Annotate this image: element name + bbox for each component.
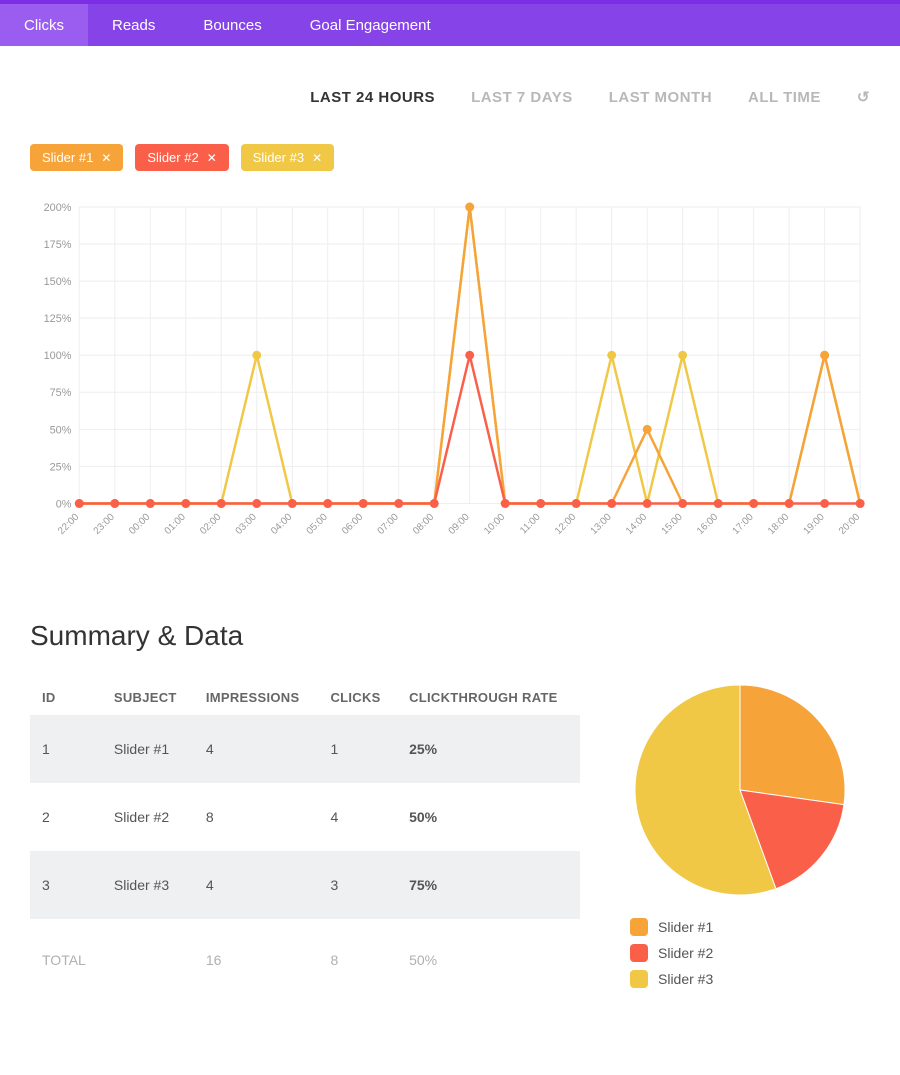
pie-chart-wrap: Slider #1 Slider #2 Slider #3 [610,680,870,996]
legend-swatch [630,970,648,988]
range-last-7-days[interactable]: LAST 7 DAYS [471,89,573,106]
table-row: 1Slider #14125% [30,715,580,783]
filter-chips: Slider #1 ✕ Slider #2 ✕ Slider #3 ✕ [0,124,900,195]
svg-text:20:00: 20:00 [837,511,863,537]
svg-text:01:00: 01:00 [163,511,189,537]
time-range-selector: LAST 24 HOURS LAST 7 DAYS LAST MONTH ALL TI… [0,46,900,124]
chip-slider-2[interactable]: Slider #2 ✕ [135,144,228,171]
cell-id: 2 [30,783,102,851]
svg-text:150%: 150% [44,276,72,288]
svg-text:125%: 125% [44,313,72,325]
svg-text:13:00: 13:00 [589,511,615,537]
table-row: 2Slider #28450% [30,783,580,851]
tab-goal-engagement[interactable]: Goal Engagement [286,4,455,46]
svg-text:18:00: 18:00 [766,511,792,537]
cell-subject: Slider #1 [102,715,194,783]
close-icon[interactable]: ✕ [312,151,322,165]
pie-chart [630,680,850,900]
chip-label: Slider #1 [42,150,93,165]
table-row: 3Slider #34375% [30,851,580,919]
pie-legend: Slider #1 Slider #2 Slider #3 [610,918,713,996]
svg-text:19:00: 19:00 [801,511,827,537]
legend-item: Slider #2 [630,944,713,962]
cell-id: 3 [30,851,102,919]
svg-text:50%: 50% [50,424,72,436]
cell-rate: 50% [397,783,580,851]
cell-id: 1 [30,715,102,783]
cell-impressions: 4 [194,851,319,919]
tab-clicks[interactable]: Clicks [0,4,88,46]
cell-clicks: 4 [318,783,397,851]
line-chart: 0% 25% 50% 75% 100% 125% 150% 175% 200% 22:00 23:0… [0,195,900,580]
summary-table: IDSUBJECTIMPRESSIONSCLICKSCLICKTHROUGH R… [30,680,580,996]
svg-text:16:00: 16:00 [695,511,721,537]
svg-text:05:00: 05:00 [305,511,331,537]
range-last-24-hours[interactable]: LAST 24 HOURS [310,89,435,106]
svg-text:08:00: 08:00 [411,511,437,537]
cell-clicks: 3 [318,851,397,919]
tab-bounces[interactable]: Bounces [179,4,285,46]
total-cell [102,919,194,996]
col-clicks: CLICKS [318,680,397,715]
legend-label: Slider #2 [658,945,713,961]
svg-text:175%: 175% [44,239,72,251]
cell-subject: Slider #2 [102,783,194,851]
summary-section: Summary & Data IDSUBJECTIMPRESSIONSCLICK… [0,580,900,1026]
svg-text:17:00: 17:00 [731,511,757,537]
svg-text:22:00: 22:00 [56,511,82,537]
col-id: ID [30,680,102,715]
svg-text:06:00: 06:00 [340,511,366,537]
cell-impressions: 4 [194,715,319,783]
legend-item: Slider #1 [630,918,713,936]
summary-heading: Summary & Data [30,620,870,652]
reset-icon[interactable]: ↺ [857,88,870,106]
range-last-month[interactable]: LAST MONTH [609,89,712,106]
close-icon[interactable]: ✕ [101,151,111,165]
svg-text:14:00: 14:00 [624,511,650,537]
svg-text:15:00: 15:00 [660,511,686,537]
col-subject: SUBJECT [102,680,194,715]
legend-label: Slider #1 [658,919,713,935]
svg-text:23:00: 23:00 [92,511,118,537]
legend-item: Slider #3 [630,970,713,988]
total-cell: 50% [397,919,580,996]
col-clickthrough-rate: CLICKTHROUGH RATE [397,680,580,715]
chip-slider-1[interactable]: Slider #1 ✕ [30,144,123,171]
total-cell: 16 [194,919,319,996]
svg-text:07:00: 07:00 [376,511,402,537]
range-all-time[interactable]: ALL TIME [748,89,821,106]
svg-text:12:00: 12:00 [553,511,579,537]
svg-text:75%: 75% [50,387,72,399]
total-cell: 8 [318,919,397,996]
metric-tabs: ClicksReadsBouncesGoal Engagement [0,4,900,46]
legend-swatch [630,944,648,962]
chip-label: Slider #3 [253,150,304,165]
legend-swatch [630,918,648,936]
line-chart-svg: 0% 25% 50% 75% 100% 125% 150% 175% 200% 22:00 23:0… [20,195,870,555]
col-impressions: IMPRESSIONS [194,680,319,715]
svg-text:0%: 0% [56,498,72,510]
svg-text:200%: 200% [44,202,72,214]
svg-text:10:00: 10:00 [482,511,508,537]
svg-text:02:00: 02:00 [198,511,224,537]
legend-label: Slider #3 [658,971,713,987]
close-icon[interactable]: ✕ [207,151,217,165]
total-label: TOTAL [30,919,102,996]
svg-text:09:00: 09:00 [447,511,473,537]
svg-text:100%: 100% [44,350,72,362]
cell-rate: 75% [397,851,580,919]
table-total-row: TOTAL 16850% [30,919,580,996]
chip-label: Slider #2 [147,150,198,165]
svg-text:04:00: 04:00 [269,511,295,537]
cell-subject: Slider #3 [102,851,194,919]
svg-text:03:00: 03:00 [234,511,260,537]
svg-text:11:00: 11:00 [518,511,543,536]
chip-slider-3[interactable]: Slider #3 ✕ [241,144,334,171]
svg-text:25%: 25% [50,461,72,473]
svg-text:00:00: 00:00 [127,511,153,537]
cell-impressions: 8 [194,783,319,851]
cell-rate: 25% [397,715,580,783]
tab-reads[interactable]: Reads [88,4,179,46]
cell-clicks: 1 [318,715,397,783]
